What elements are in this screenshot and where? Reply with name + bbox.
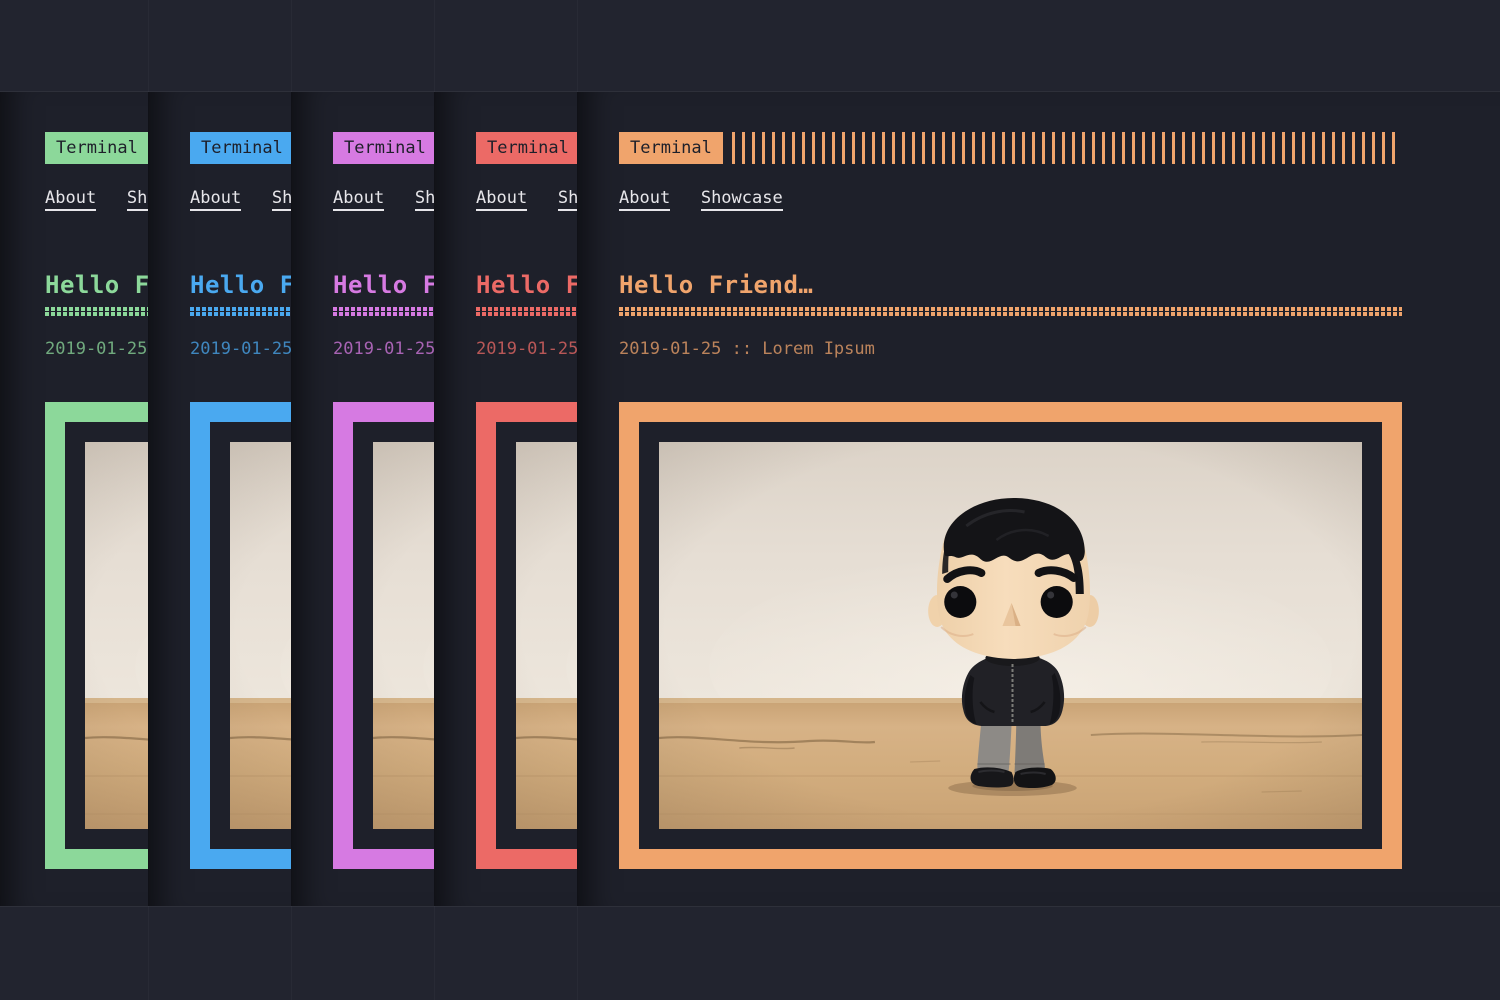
post-meta: 2019-01-25 :: Lorem Ipsum — [190, 341, 291, 358]
funko-figure-photo — [373, 442, 434, 829]
main-nav: About Showcase — [190, 188, 291, 210]
site-header: Terminal — [45, 132, 148, 164]
nav-link-about[interactable]: About — [45, 190, 96, 211]
logo-decoration-bars-icon — [732, 132, 1402, 164]
nav-link-about[interactable]: About — [476, 190, 527, 211]
nav-link-showcase[interactable]: Showcase — [272, 190, 291, 211]
post-title: Hello Friend… — [190, 273, 291, 297]
post-image-frame — [476, 402, 577, 869]
site-header: Terminal — [333, 132, 434, 164]
site-header: Terminal — [476, 132, 577, 164]
theme-card-red: Terminal About Showcase Hello Friend… 20… — [434, 92, 577, 906]
nav-link-about[interactable]: About — [333, 190, 384, 211]
post-meta: 2019-01-25 :: Lorem Ipsum — [476, 341, 577, 358]
site-logo[interactable]: Terminal — [333, 132, 434, 164]
theme-cards-stack: Terminal About Showcase Hello Friend… 20… — [0, 0, 1500, 1000]
main-nav: About Showcase — [476, 188, 577, 210]
post-image-frame — [619, 402, 1402, 869]
post-image-frame — [333, 402, 434, 869]
main-nav: About Showcase — [619, 188, 1402, 210]
post-title: Hello Friend… — [45, 273, 148, 297]
site-logo[interactable]: Terminal — [190, 132, 291, 164]
photo-vignette — [85, 442, 148, 829]
main-nav: About Showcase — [333, 188, 434, 210]
photo-vignette — [659, 442, 1362, 829]
photo-vignette — [230, 442, 291, 829]
post-title-divider — [476, 307, 577, 316]
funko-figure-photo — [659, 442, 1362, 829]
top-band-divider — [0, 91, 1500, 92]
funko-figure-photo — [230, 442, 291, 829]
funko-figure-photo — [516, 442, 577, 829]
theme-card-blue: Terminal About Showcase Hello Friend… 20… — [148, 92, 291, 906]
post-image-frame — [190, 402, 291, 869]
post-image-frame — [45, 402, 148, 869]
post-title-divider — [190, 307, 291, 316]
theme-card-pink: Terminal About Showcase Hello Friend… 20… — [291, 92, 434, 906]
post-title: Hello Friend… — [619, 273, 1402, 297]
theme-card-orange: Terminal About Showcase Hello Friend… 20… — [577, 92, 1500, 906]
funko-figure-photo — [85, 442, 148, 829]
bottom-band-divider — [0, 906, 1500, 907]
photo-vignette — [516, 442, 577, 829]
nav-link-showcase[interactable]: Showcase — [415, 190, 434, 211]
post-title: Hello Friend… — [333, 273, 434, 297]
post-meta: 2019-01-25 :: Lorem Ipsum — [45, 341, 148, 358]
post-title-divider — [333, 307, 434, 316]
site-header: Terminal — [190, 132, 291, 164]
site-header: Terminal — [619, 132, 1402, 164]
nav-link-about[interactable]: About — [619, 190, 670, 211]
post-title-divider — [45, 307, 148, 316]
nav-link-showcase[interactable]: Showcase — [558, 190, 577, 211]
nav-link-showcase[interactable]: Showcase — [127, 190, 148, 211]
site-logo[interactable]: Terminal — [619, 132, 723, 164]
post-title: Hello Friend… — [476, 273, 577, 297]
main-nav: About Showcase — [45, 188, 148, 210]
theme-card-green: Terminal About Showcase Hello Friend… 20… — [0, 92, 148, 906]
site-logo[interactable]: Terminal — [476, 132, 577, 164]
nav-link-showcase[interactable]: Showcase — [701, 190, 783, 211]
photo-vignette — [373, 442, 434, 829]
post-meta: 2019-01-25 :: Lorem Ipsum — [333, 341, 434, 358]
post-title-divider — [619, 307, 1402, 316]
site-logo[interactable]: Terminal — [45, 132, 148, 164]
nav-link-about[interactable]: About — [190, 190, 241, 211]
post-meta: 2019-01-25 :: Lorem Ipsum — [619, 341, 1402, 358]
